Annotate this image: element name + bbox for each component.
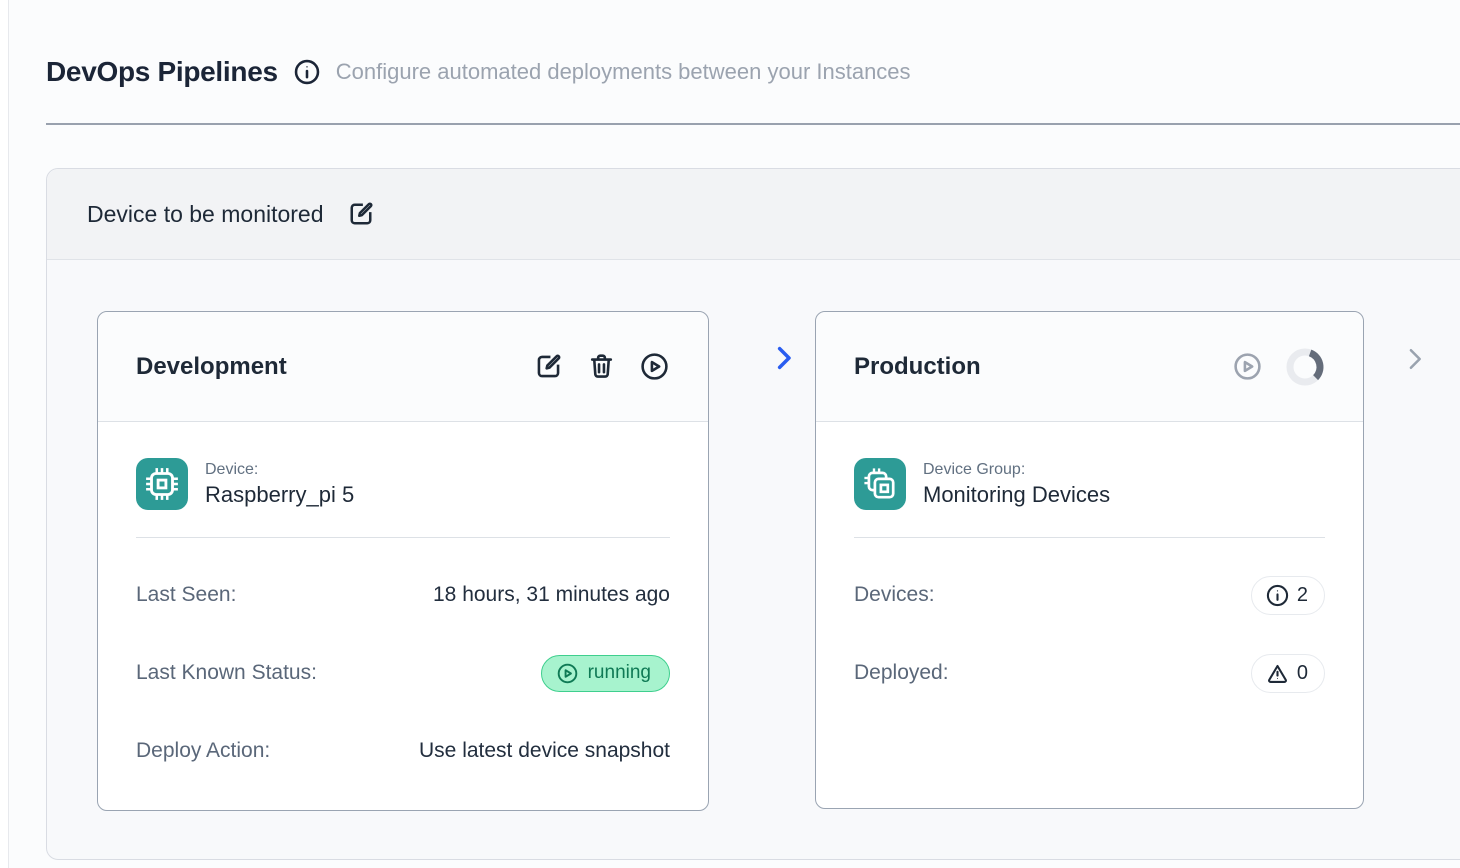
- status-badge: running: [541, 655, 670, 692]
- delete-instance-icon[interactable]: [586, 351, 617, 382]
- devices-count-badge[interactable]: 2: [1251, 576, 1325, 615]
- device-group-label: Device Group:: [923, 461, 1110, 479]
- status-label: Last Known Status:: [136, 661, 317, 685]
- devices-count: 2: [1297, 584, 1308, 607]
- instance-card-production: Production: [815, 311, 1364, 809]
- run-pipeline-icon[interactable]: [639, 351, 670, 382]
- warning-triangle-icon: [1265, 661, 1290, 686]
- info-icon[interactable]: [293, 58, 321, 86]
- production-actions: [1232, 347, 1325, 387]
- deployed-label: Deployed:: [854, 661, 949, 685]
- instance-card-development: Development: [97, 311, 709, 811]
- development-actions: [533, 351, 670, 382]
- pipeline-title: Device to be monitored: [87, 201, 324, 228]
- production-title: Production: [854, 353, 981, 381]
- production-card-header: Production: [816, 312, 1363, 422]
- card-divider: [854, 537, 1325, 538]
- status-value: running: [588, 662, 651, 684]
- devices-row: Devices: 2: [854, 574, 1325, 616]
- page-subtitle: Configure automated deployments between …: [336, 59, 911, 85]
- edit-instance-icon[interactable]: [533, 351, 564, 382]
- page-title: DevOps Pipelines: [46, 56, 278, 88]
- pipeline-panel-header: Device to be monitored: [47, 169, 1460, 260]
- devices-label: Devices:: [854, 583, 935, 607]
- development-card-body: Device: Raspberry_pi 5 Last Seen: 18 hou…: [98, 422, 708, 772]
- header-divider: [46, 123, 1460, 125]
- info-icon: [1265, 583, 1290, 608]
- chip-icon: [136, 458, 188, 510]
- device-row: Device: Raspberry_pi 5: [136, 458, 670, 510]
- device-group-row: Device Group: Monitoring Devices: [854, 458, 1325, 510]
- device-group-name: Monitoring Devices: [923, 482, 1110, 508]
- page: DevOps Pipelines Configure automated dep…: [8, 0, 1460, 868]
- pipeline-flow-chevron-icon: [769, 343, 799, 373]
- deployed-row: Deployed: 0: [854, 652, 1325, 694]
- chip-group-icon: [854, 458, 906, 510]
- loading-spinner-icon: [1285, 347, 1325, 387]
- next-stage-chevron-icon[interactable]: [1401, 345, 1429, 373]
- development-title: Development: [136, 353, 287, 381]
- deploy-action-row: Deploy Action: Use latest device snapsho…: [136, 730, 670, 772]
- last-seen-row: Last Seen: 18 hours, 31 minutes ago: [136, 574, 670, 616]
- development-card-header: Development: [98, 312, 708, 422]
- edit-pipeline-icon[interactable]: [346, 199, 376, 229]
- status-row: Last Known Status: running: [136, 652, 670, 694]
- run-pipeline-disabled-icon: [1232, 351, 1263, 382]
- card-divider: [136, 537, 670, 538]
- device-label: Device:: [205, 461, 354, 479]
- deploy-action-label: Deploy Action:: [136, 739, 270, 763]
- deployed-count: 0: [1297, 662, 1308, 685]
- play-circle-icon: [556, 662, 579, 685]
- device-name: Raspberry_pi 5: [205, 482, 354, 508]
- pipeline-panel: Device to be monitored Development: [46, 168, 1460, 860]
- production-card-body: Device Group: Monitoring Devices Devices…: [816, 422, 1363, 694]
- deploy-action-value: Use latest device snapshot: [419, 739, 670, 763]
- page-header: DevOps Pipelines Configure automated dep…: [46, 56, 911, 88]
- last-seen-label: Last Seen:: [136, 583, 236, 607]
- deployed-count-badge[interactable]: 0: [1251, 654, 1325, 693]
- last-seen-value: 18 hours, 31 minutes ago: [433, 583, 670, 607]
